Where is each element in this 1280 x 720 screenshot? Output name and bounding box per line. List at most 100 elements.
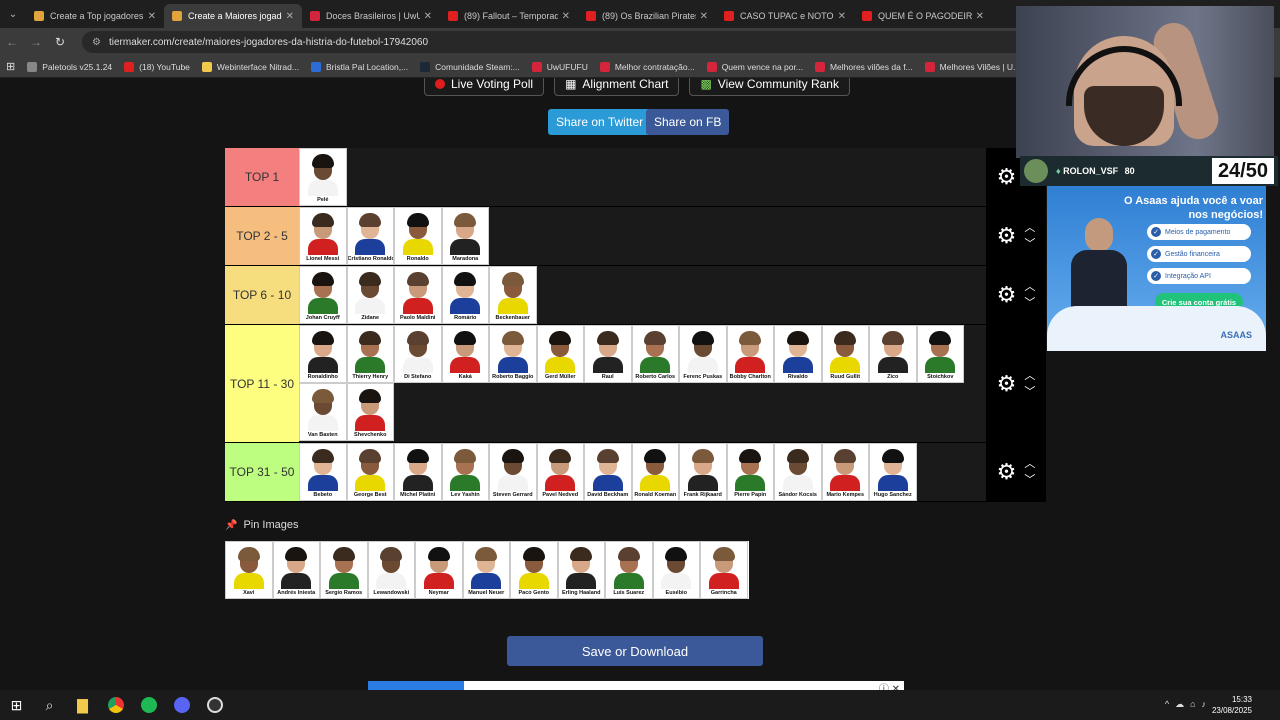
browser-tab[interactable]: (89) Os Brazilian Pirates V ✕ — [578, 4, 716, 28]
browser-tab[interactable]: Doces Brasileiros | UwUFU ✕ — [302, 4, 440, 28]
player-card[interactable]: Thierry Henry — [346, 325, 394, 383]
discord-icon[interactable] — [165, 690, 198, 720]
spotify-icon[interactable] — [132, 690, 165, 720]
tab-search-icon[interactable]: ⌄ — [0, 0, 26, 28]
gear-icon[interactable]: ⚙ — [997, 282, 1017, 308]
player-card[interactable]: Eusébio — [652, 541, 700, 599]
move-up-icon[interactable]: ︿ — [1024, 459, 1035, 470]
player-card[interactable]: Raul — [584, 325, 632, 383]
player-card[interactable]: Ronaldo — [394, 207, 442, 265]
tier-label[interactable]: TOP 6 - 10 — [225, 266, 299, 324]
network-icon[interactable]: ⌂ — [1190, 699, 1195, 710]
player-card[interactable]: George Best — [346, 443, 394, 501]
tier-label[interactable]: TOP 11 - 30 — [225, 325, 299, 442]
player-card[interactable]: Lewandowski — [367, 541, 415, 599]
player-card[interactable]: Ronaldinho — [299, 325, 347, 383]
bookmark-item[interactable]: Comunidade Steam:... — [420, 61, 520, 72]
player-card[interactable]: Paolo Maldini — [394, 266, 442, 324]
move-up-icon[interactable]: ︿ — [1024, 370, 1035, 381]
player-card[interactable]: Garrincha — [700, 541, 748, 599]
player-card[interactable]: Romário — [441, 266, 489, 324]
search-icon[interactable]: ⌕ — [33, 690, 66, 720]
bookmark-item[interactable]: UwUFUFU — [531, 61, 588, 72]
player-card[interactable]: Xavi — [225, 541, 273, 599]
player-card[interactable]: Maradona — [441, 207, 489, 265]
tray-chevron-icon[interactable]: ^ — [1165, 699, 1169, 710]
tier-items[interactable]: Bebeto George Best Michel Platini Lev Ya… — [299, 443, 986, 501]
move-up-icon[interactable]: ︿ — [1024, 223, 1035, 234]
player-card[interactable]: Luis Suarez — [605, 541, 653, 599]
player-card[interactable]: Frank Rijkaard — [679, 443, 727, 501]
move-down-icon[interactable]: ﹀ — [1024, 239, 1035, 250]
browser-tab[interactable]: Create a Top jogadores do ✕ — [26, 4, 164, 28]
bookmark-item[interactable]: (18) YouTube — [124, 61, 190, 72]
alignment-chart-button[interactable]: ▦ Alignment Chart — [554, 78, 680, 96]
clock[interactable]: 15:33 23/08/2025 — [1212, 694, 1252, 716]
tier-label[interactable]: TOP 31 - 50 — [225, 443, 299, 501]
player-card[interactable]: Sándor Kocsis — [774, 443, 822, 501]
reload-icon[interactable]: ↻ — [48, 35, 72, 49]
close-tab-icon[interactable]: ✕ — [148, 11, 156, 22]
player-card[interactable]: Ruud Gullit — [821, 325, 869, 383]
player-card[interactable]: Roberto Baggio — [489, 325, 537, 383]
player-card[interactable]: David Beckham — [584, 443, 632, 501]
volume-icon[interactable]: ♪ — [1202, 699, 1207, 710]
player-card[interactable]: Erling Haaland — [557, 541, 605, 599]
player-card[interactable]: Roberto Carlos — [631, 325, 679, 383]
tier-items[interactable]: Pelé — [299, 148, 986, 206]
tier-items[interactable]: Ronaldinho Thierry Henry Di Stefano Kaká… — [299, 325, 986, 442]
live-voting-button[interactable]: Live Voting Poll — [424, 78, 545, 96]
player-card[interactable]: Di Stefano — [394, 325, 442, 383]
share-twitter-button[interactable]: Share on Twitter — [548, 109, 652, 135]
community-rank-button[interactable]: ▩ View Community Rank — [689, 78, 850, 96]
player-card[interactable]: Johan Cruyff — [299, 266, 347, 324]
back-icon[interactable]: ← — [0, 35, 24, 49]
bookmark-item[interactable]: Melhores vilões da f... — [814, 61, 913, 72]
tier-label[interactable]: TOP 1 — [225, 148, 299, 206]
bookmark-item[interactable]: Bristla Pal Location,... — [310, 61, 408, 72]
bookmark-item[interactable]: Melhores Vilões | U... — [924, 61, 1020, 72]
bookmark-item[interactable]: Webinterface Nitrad... — [201, 61, 299, 72]
file-explorer-icon[interactable]: ▇ — [66, 690, 99, 720]
move-down-icon[interactable]: ﹀ — [1024, 386, 1035, 397]
apps-icon[interactable]: ⊞ — [6, 60, 15, 73]
url-field[interactable]: ⚙ tiermaker.com/create/maiores-jogadores… — [82, 31, 1042, 53]
cloud-icon[interactable]: ☁ — [1175, 699, 1184, 710]
player-card[interactable]: Gerd Müller — [536, 325, 584, 383]
move-down-icon[interactable]: ﹀ — [1024, 475, 1035, 486]
gear-icon[interactable]: ⚙ — [997, 164, 1017, 190]
player-card[interactable]: Stoichkov — [916, 325, 964, 383]
save-download-button[interactable]: Save or Download — [507, 636, 763, 666]
player-card[interactable]: Lev Yashin — [441, 443, 489, 501]
player-card[interactable]: Zico — [869, 325, 917, 383]
windows-start-icon[interactable]: ⊞ — [0, 690, 33, 720]
player-card[interactable]: Zidane — [346, 266, 394, 324]
browser-tab[interactable]: (89) Fallout – Temporada ✕ — [440, 4, 578, 28]
browser-tab[interactable]: Create a Maiores jogadores ✕ — [164, 4, 302, 28]
player-card[interactable]: Kaká — [441, 325, 489, 383]
player-card[interactable]: Steven Gerrard — [489, 443, 537, 501]
obs-icon[interactable] — [198, 690, 231, 720]
close-tab-icon[interactable]: ✕ — [838, 11, 846, 22]
tier-items[interactable]: Lionel Messi Cristiano Ronaldo Ronaldo M… — [299, 207, 986, 265]
player-card[interactable]: Pelé — [299, 148, 347, 206]
gear-icon[interactable]: ⚙ — [997, 459, 1017, 485]
player-card[interactable]: Andrés Iniesta — [272, 541, 320, 599]
browser-tab[interactable]: CASO TUPAC e NOTORIO ✕ — [716, 4, 854, 28]
player-card[interactable]: Cristiano Ronaldo — [346, 207, 394, 265]
player-card[interactable]: Pierre Papin — [726, 443, 774, 501]
close-tab-icon[interactable]: ✕ — [976, 11, 984, 22]
bookmark-item[interactable]: Quem vence na por... — [706, 61, 803, 72]
player-card[interactable]: Paco Gento — [510, 541, 558, 599]
player-card[interactable]: Rivaldo — [774, 325, 822, 383]
share-fb-button[interactable]: Share on FB — [646, 109, 730, 135]
bookmark-item[interactable]: Paletools v25.1.24 — [27, 61, 112, 72]
gear-icon[interactable]: ⚙ — [997, 371, 1017, 397]
close-tab-icon[interactable]: ✕ — [424, 11, 432, 22]
player-card[interactable]: Ferenc Puskas — [679, 325, 727, 383]
move-down-icon[interactable]: ﹀ — [1024, 298, 1035, 309]
site-info-icon[interactable]: ⚙ — [92, 37, 101, 48]
bookmark-item[interactable]: Melhor contratação... — [599, 61, 695, 72]
pin-images-toggle[interactable]: 📌 Pin Images — [225, 519, 298, 531]
player-card[interactable]: Lionel Messi — [299, 207, 347, 265]
